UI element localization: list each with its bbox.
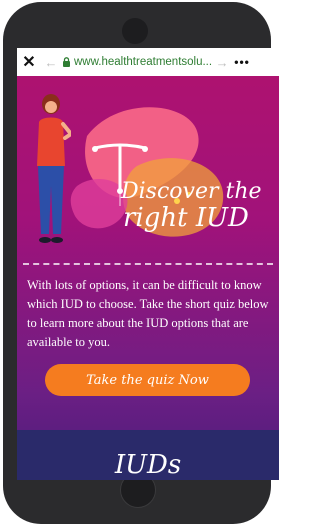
browser-toolbar: ✕ ← www.healthtreatmentsolu... → ••• (17, 48, 279, 76)
hero-headline: Discover the right IUD (121, 178, 271, 232)
dashed-divider (23, 263, 273, 265)
back-arrow-icon[interactable]: ← (41, 55, 61, 70)
lock-icon (61, 57, 71, 67)
url-text[interactable]: www.healthtreatmentsolu... (74, 56, 212, 68)
woman-illustration (37, 94, 71, 243)
intro-paragraph: With lots of options, it can be difficul… (27, 278, 269, 349)
take-quiz-button[interactable]: Take the quiz Now (45, 364, 250, 396)
headline-line-1: Discover the (121, 179, 262, 204)
browser-screen: ✕ ← www.healthtreatmentsolu... → ••• Dis… (17, 48, 279, 480)
iuds-section-title: IUDs (114, 450, 182, 480)
more-icon[interactable]: ••• (232, 55, 252, 69)
hero-section: Discover the right IUD (17, 76, 279, 261)
forward-arrow-icon[interactable]: → (212, 55, 232, 70)
iuds-section: IUDs (17, 430, 279, 480)
close-icon[interactable]: ✕ (17, 52, 41, 72)
camera-speaker (122, 18, 148, 44)
headline-line-2: right IUD (123, 203, 249, 233)
